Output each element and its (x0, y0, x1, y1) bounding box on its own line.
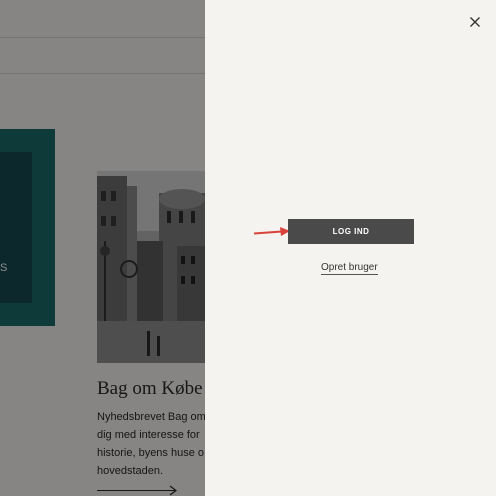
close-button[interactable] (465, 12, 485, 32)
close-icon (470, 17, 480, 27)
login-button[interactable]: LOG IND (288, 219, 414, 244)
create-user-link[interactable]: Opret bruger (321, 262, 378, 275)
modal-backdrop[interactable] (0, 0, 205, 496)
annotation-arrow-icon (254, 227, 290, 236)
login-panel (205, 0, 496, 496)
